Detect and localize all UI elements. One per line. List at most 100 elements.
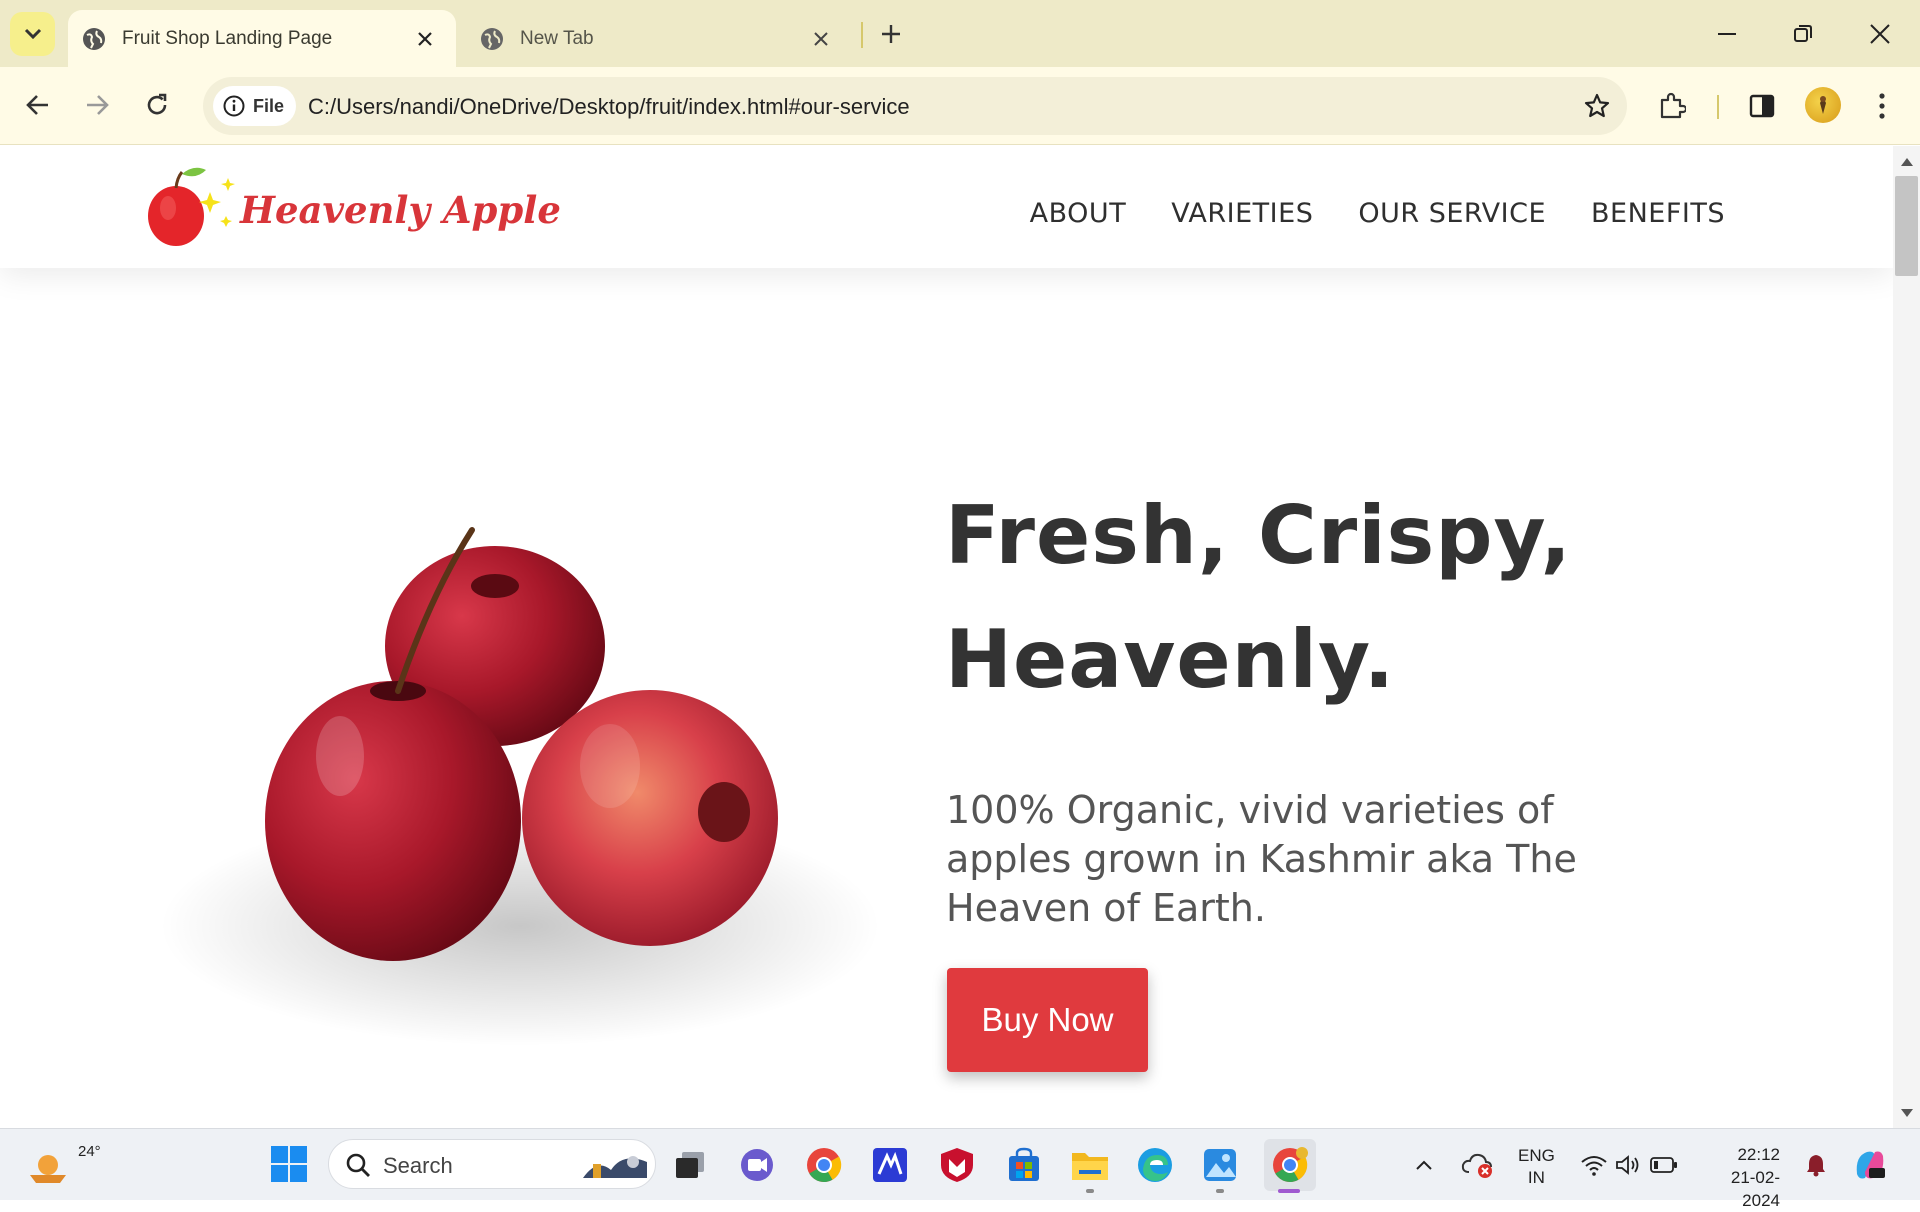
- nav-link-about[interactable]: ABOUT: [1030, 198, 1127, 229]
- nav-link-benefits[interactable]: BENEFITS: [1591, 198, 1725, 229]
- browser-toolbar: File C:/Users/nandi/OneDrive/Desktop/fru…: [0, 67, 1920, 145]
- close-tab-icon[interactable]: [412, 26, 438, 52]
- chevron-down-icon: [24, 28, 41, 40]
- minimize-icon: [1718, 33, 1736, 35]
- apple-logo-icon: [148, 167, 235, 246]
- brand-logo[interactable]: Heavenly Apple: [146, 160, 561, 252]
- reload-button[interactable]: [137, 85, 177, 125]
- scroll-up-icon[interactable]: [1898, 153, 1915, 170]
- taskbar-app-chrome-active[interactable]: [1264, 1139, 1316, 1191]
- language-indicator[interactable]: ENG IN: [1518, 1145, 1555, 1189]
- tab-fruit-shop[interactable]: Fruit Shop Landing Page: [68, 10, 456, 67]
- clock-date: 21-02-2024: [1730, 1168, 1780, 1210]
- running-indicator: [1086, 1189, 1094, 1193]
- close-window-button[interactable]: [1858, 14, 1902, 54]
- toolbar-divider: [1717, 95, 1719, 119]
- browser-tab-strip: Fruit Shop Landing Page New Tab: [0, 0, 1920, 67]
- chevron-up-icon: [1416, 1160, 1432, 1170]
- nav-link-varieties[interactable]: VARIETIES: [1171, 198, 1313, 229]
- store-icon: [1009, 1147, 1039, 1181]
- puzzle-icon: [1660, 92, 1686, 119]
- language-code: ENG: [1518, 1146, 1555, 1165]
- plus-icon: [882, 25, 900, 43]
- start-button[interactable]: [270, 1145, 310, 1185]
- site-info-label: File: [253, 95, 285, 116]
- clock-time: 22:12: [1737, 1145, 1780, 1164]
- region-code: IN: [1527, 1168, 1545, 1187]
- wifi-status[interactable]: [1576, 1143, 1612, 1187]
- hero-title: Fresh, Crispy, Heavenly.: [945, 474, 1745, 722]
- weather-temperature: 24°: [78, 1143, 101, 1160]
- brand-name: Heavenly Apple: [240, 188, 561, 232]
- taskbar-search[interactable]: Search: [328, 1139, 656, 1189]
- hero-title-line-2: Heavenly.: [945, 613, 1396, 706]
- weather-widget[interactable]: 24°: [28, 1139, 101, 1191]
- wifi-icon: [1581, 1156, 1607, 1176]
- search-label: Search: [383, 1153, 453, 1178]
- taskbar-app-photos[interactable]: [1198, 1143, 1242, 1187]
- page-viewport: Heavenly Apple ABOUT VARIETIES OUR SERVI…: [0, 146, 1893, 1128]
- restore-icon: [1794, 25, 1812, 42]
- hero-title-line-1: Fresh, Crispy,: [945, 489, 1572, 582]
- side-panel-button[interactable]: [1742, 86, 1782, 126]
- onedrive-status[interactable]: [1456, 1143, 1500, 1187]
- taskbar-app-edge[interactable]: [1133, 1143, 1177, 1187]
- search-highlight-icon: [583, 1156, 647, 1178]
- buy-now-button[interactable]: Buy Now: [947, 968, 1148, 1072]
- close-icon: [1870, 24, 1890, 44]
- clock[interactable]: 22:12 21-02-2024: [1700, 1143, 1780, 1212]
- site-info-chip[interactable]: File: [213, 86, 297, 126]
- scrollbar-thumb[interactable]: [1895, 176, 1918, 276]
- taskbar-app-mcafee[interactable]: [935, 1143, 979, 1187]
- copilot-icon: [1856, 1151, 1885, 1179]
- taskbar-app-file-explorer[interactable]: [1068, 1143, 1112, 1187]
- profile-avatar[interactable]: [1805, 87, 1841, 123]
- more-vertical-icon: [1879, 93, 1885, 119]
- arrow-right-icon: [87, 95, 109, 115]
- extensions-button[interactable]: [1652, 86, 1692, 126]
- battery-icon: [1650, 1157, 1677, 1173]
- bookmark-button[interactable]: [1579, 88, 1615, 124]
- notifications-button[interactable]: [1798, 1143, 1834, 1187]
- tab-search-button[interactable]: [10, 12, 55, 56]
- nav-link-our-service[interactable]: OUR SERVICE: [1358, 198, 1546, 229]
- windows-icon: [271, 1146, 307, 1182]
- close-tab-icon[interactable]: [808, 26, 834, 52]
- restore-button[interactable]: [1781, 14, 1825, 54]
- tab-divider: [861, 22, 863, 48]
- browser-menu-button[interactable]: [1862, 86, 1902, 126]
- weather-icon: [30, 1155, 66, 1183]
- apples-hero-image: [160, 527, 880, 1046]
- battery-status[interactable]: [1646, 1143, 1682, 1187]
- folder-icon: [1072, 1153, 1108, 1180]
- url-text[interactable]: C:/Users/nandi/OneDrive/Desktop/fruit/in…: [308, 94, 910, 120]
- cloud-error-icon: [1461, 1153, 1492, 1178]
- taskbar-app-chrome[interactable]: [802, 1143, 846, 1187]
- show-hidden-icons-button[interactable]: [1408, 1143, 1440, 1187]
- code-editor-icon: [873, 1148, 907, 1182]
- address-bar[interactable]: File C:/Users/nandi/OneDrive/Desktop/fru…: [203, 77, 1627, 135]
- tab-new-tab[interactable]: New Tab: [466, 10, 852, 67]
- taskbar-app-store[interactable]: [1002, 1143, 1046, 1187]
- taskbar-app-vscode[interactable]: [868, 1143, 912, 1187]
- edge-icon: [1138, 1148, 1172, 1182]
- scroll-down-icon[interactable]: [1898, 1104, 1915, 1121]
- volume-status[interactable]: [1610, 1143, 1646, 1187]
- taskbar-app-teams[interactable]: [735, 1143, 779, 1187]
- new-tab-button[interactable]: [874, 17, 908, 51]
- chrome-icon: [807, 1148, 842, 1182]
- copilot-button[interactable]: [1848, 1143, 1892, 1187]
- task-view-button[interactable]: [668, 1143, 712, 1187]
- minimize-button[interactable]: [1705, 14, 1749, 54]
- star-icon: [1584, 93, 1610, 118]
- side-panel-icon: [1749, 94, 1775, 118]
- back-button[interactable]: [18, 85, 58, 125]
- main-nav: ABOUT VARIETIES OUR SERVICE BENEFITS: [1030, 198, 1725, 229]
- globe-icon: [481, 27, 503, 50]
- page-scrollbar[interactable]: [1893, 146, 1920, 1128]
- info-icon: [223, 95, 245, 117]
- forward-button[interactable]: [77, 85, 117, 125]
- teams-chat-icon: [741, 1149, 773, 1181]
- running-indicator: [1216, 1189, 1224, 1193]
- shield-icon: [941, 1148, 973, 1182]
